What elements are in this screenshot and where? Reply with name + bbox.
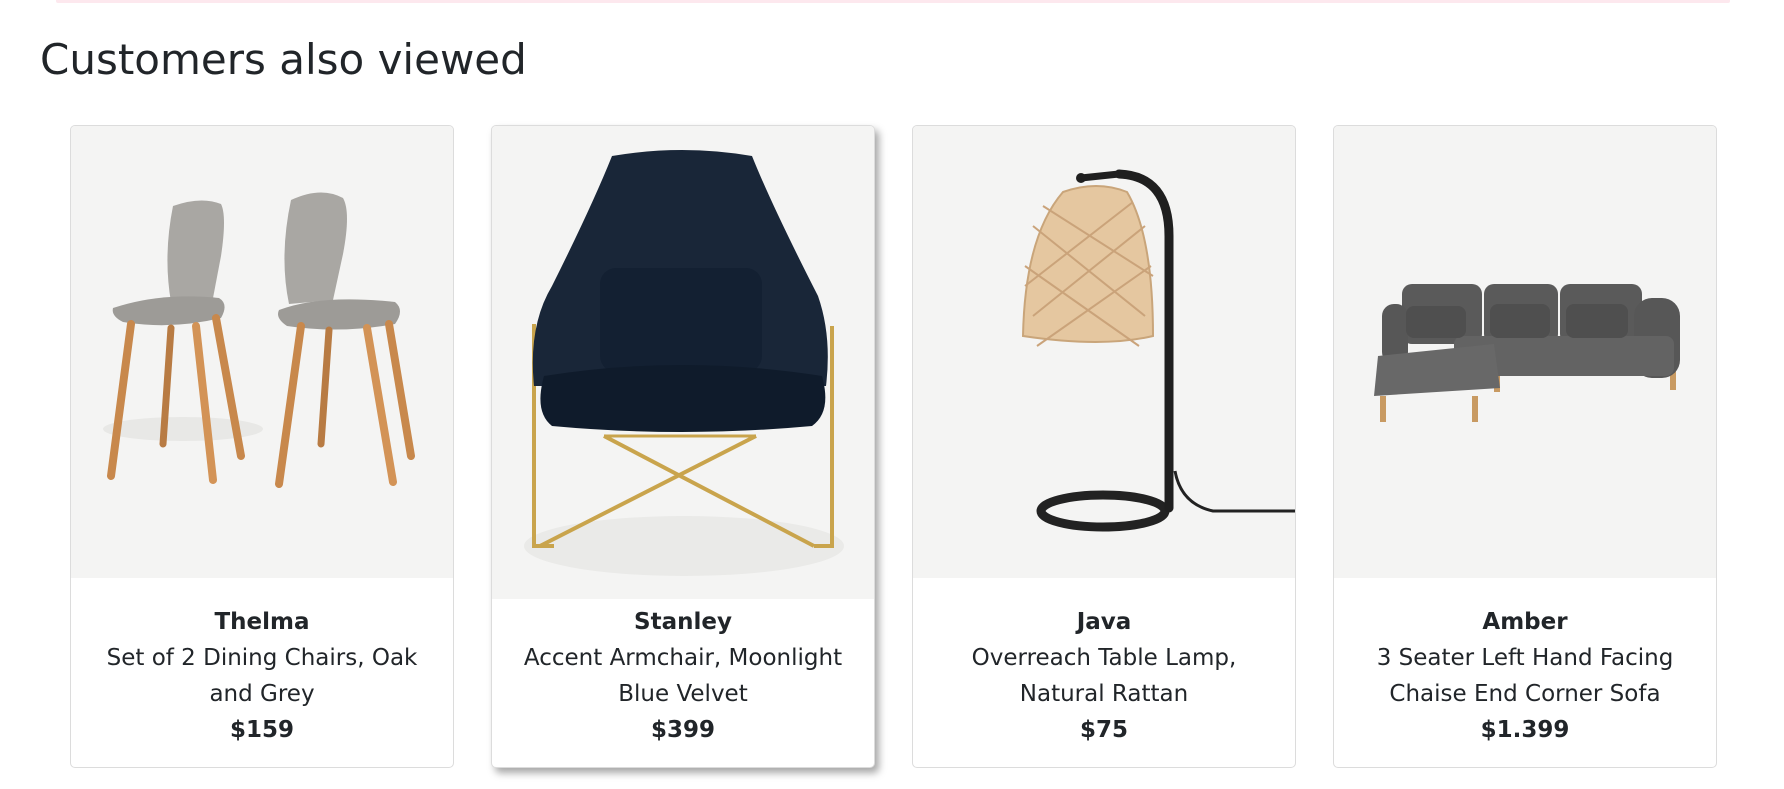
product-info: Amber 3 Seater Left Hand Facing Chaise E… (1334, 604, 1716, 748)
product-description[interactable]: Accent Armchair, Moonlight Blue Velvet (492, 640, 874, 712)
product-image[interactable] (71, 126, 453, 578)
product-description[interactable]: Set of 2 Dining Chairs, Oak and Grey (71, 640, 453, 712)
section-title: Customers also viewed (40, 35, 527, 84)
table-lamp-image (1021, 169, 1295, 532)
product-info: Stanley Accent Armchair, Moonlight Blue … (492, 604, 874, 748)
product-image[interactable] (492, 126, 874, 599)
product-description[interactable]: 3 Seater Left Hand Facing Chaise End Cor… (1334, 640, 1716, 712)
product-info: Thelma Set of 2 Dining Chairs, Oak and G… (71, 604, 453, 748)
product-name[interactable]: Stanley (492, 604, 874, 640)
product-description[interactable]: Overreach Table Lamp, Natural Rattan (913, 640, 1295, 712)
product-name[interactable]: Amber (1334, 604, 1716, 640)
product-carousel: Thelma Set of 2 Dining Chairs, Oak and G… (70, 125, 1720, 770)
product-info: Java Overreach Table Lamp, Natural Ratta… (913, 604, 1295, 748)
product-image[interactable] (913, 126, 1295, 578)
product-name[interactable]: Thelma (71, 604, 453, 640)
product-price: $399 (650, 717, 715, 743)
product-price: $75 (1079, 717, 1128, 743)
dining-chairs-image (103, 192, 415, 488)
product-card-java[interactable]: Java Overreach Table Lamp, Natural Ratta… (912, 125, 1296, 768)
product-image[interactable] (1334, 126, 1716, 578)
product-price: $1.399 (1480, 717, 1570, 743)
armchair-image (524, 150, 844, 576)
product-card-thelma[interactable]: Thelma Set of 2 Dining Chairs, Oak and G… (70, 125, 454, 768)
product-card-amber[interactable]: Amber 3 Seater Left Hand Facing Chaise E… (1333, 125, 1717, 768)
corner-sofa-image (1374, 284, 1680, 422)
product-card-stanley[interactable]: Stanley Accent Armchair, Moonlight Blue … (491, 125, 875, 768)
product-name[interactable]: Java (913, 604, 1295, 640)
product-price: $159 (229, 717, 294, 743)
top-divider-strip (56, 0, 1730, 3)
